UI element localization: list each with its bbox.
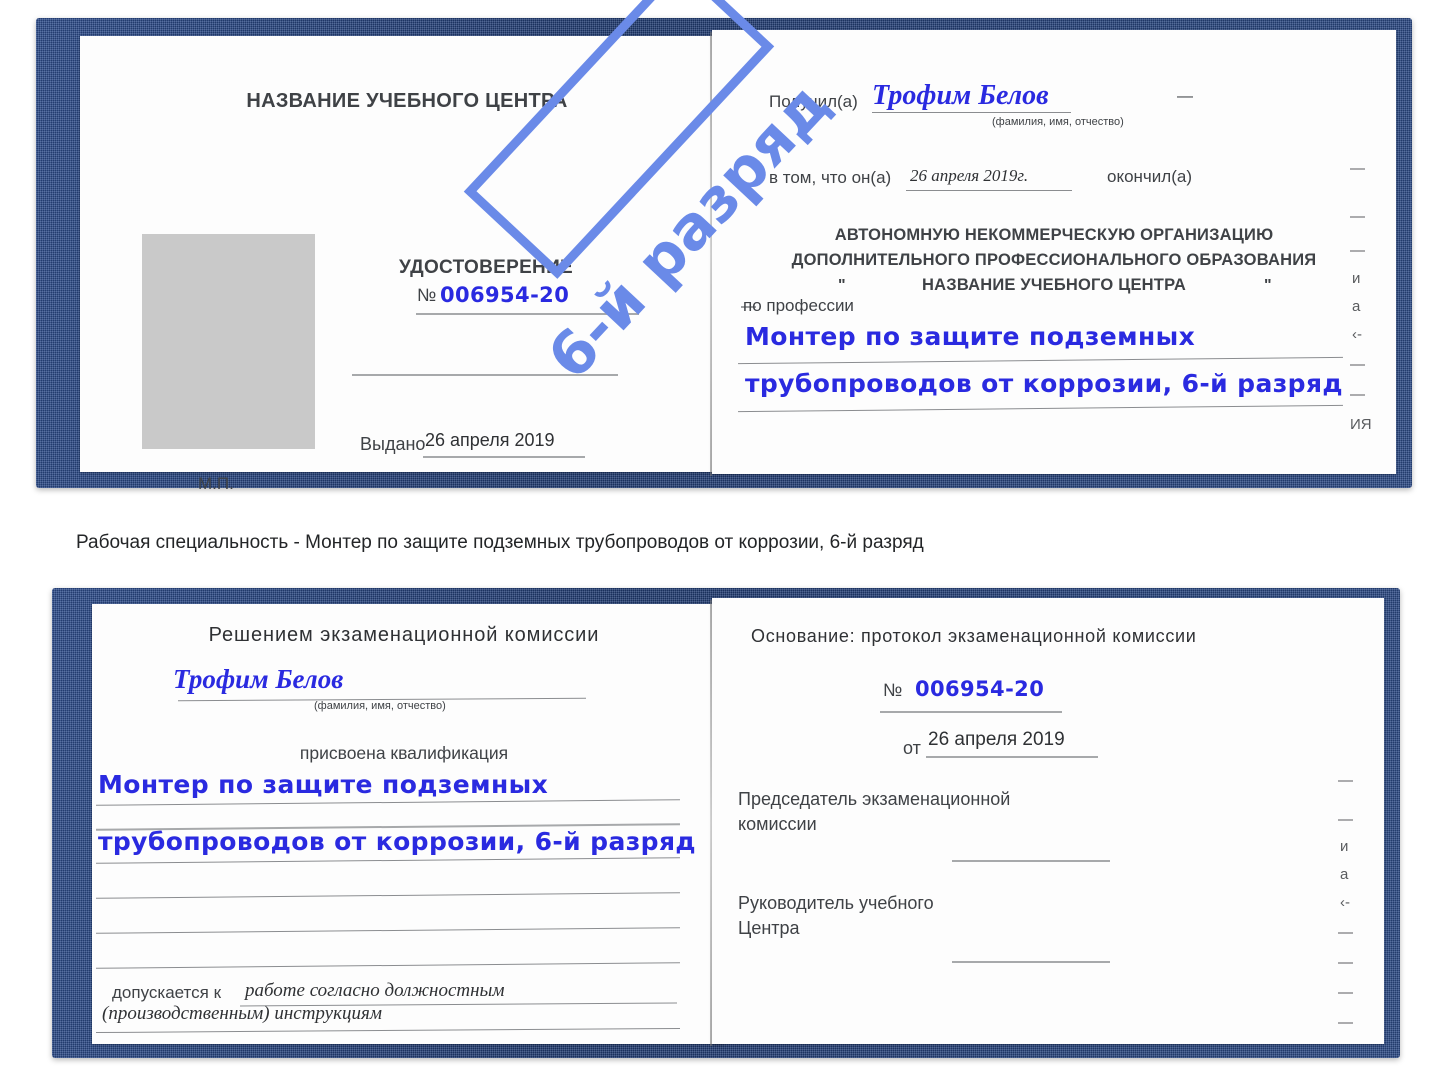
margin-fragment-b3: и [1340,838,1349,855]
seal-label: М.П. [198,474,234,493]
chairman-line-1: Председатель экзаменационной [738,789,1011,809]
organization-line-2: ДОПОЛНИТЕЛЬНОГО ПРОФЕССИОНАЛЬНОГО ОБРАЗО… [791,251,1317,269]
certificate-top-right-page: Получил(а) Трофим Белов (фамилия, имя, о… [712,30,1396,474]
name-hint-bottom: (фамилия, имя, отчество) [314,700,446,712]
margin-fragment-1: — [1350,160,1365,177]
organization-line-3: НАЗВАНИЕ УЧЕБНОГО ЦЕНТРА [922,276,1186,294]
protocol-number-rule [880,711,1062,713]
director-signature-rule [952,961,1110,963]
certificate-number-rule [416,313,639,315]
completed-date: 26 апреля 2019г. [910,166,1029,185]
blank-rule-1 [352,374,618,376]
completed-prefix: в том, что он(а) [769,168,892,187]
training-center-name: НАЗВАНИЕ УЧЕБНОГО ЦЕНТРА [246,90,568,112]
completed-suffix: окончил(а) [1107,167,1192,186]
document-title: УДОСТОВЕРЕНИЕ [398,257,574,278]
ruled-line-4 [96,892,680,899]
margin-fragment-4: и [1352,270,1361,287]
margin-fragment-2: — [1350,208,1365,225]
protocol-number-value: 006954-20 [915,677,1045,701]
ruled-line-5 [96,927,680,934]
certificate-bottom: Решением экзаменационной комиссии Трофим… [52,588,1400,1058]
page-caption: Рабочая специальность - Монтер по защите… [76,532,924,553]
protocol-number-label: № [883,680,903,700]
admitted-value-line-2: (производственным) инструкциям [102,1003,382,1024]
protocol-date-rule [926,756,1098,758]
margin-fragment-b6: — [1338,924,1353,941]
margin-fragment-3: — [1350,242,1365,259]
profession-rule-1 [738,356,1343,365]
admitted-label: допускается к [112,983,222,1002]
chairman-line-2: комиссии [738,814,817,834]
photo-placeholder [142,234,315,449]
profession-label: по профессии [743,296,854,315]
chairman-signature-rule [952,860,1110,862]
margin-fragment-b7: — [1338,954,1353,971]
protocol-date-value: 26 апреля 2019 [928,729,1065,750]
margin-fragment-b5: ‹- [1340,894,1350,911]
director-line-1: Руководитель учебного [738,893,934,913]
margin-fragment-5: а [1352,298,1361,315]
ruled-line-6 [96,962,680,969]
issued-value: 26 апреля 2019 [425,430,555,450]
certificate-bottom-left-page: Решением экзаменационной комиссии Трофим… [92,604,724,1044]
name-hint: (фамилия, имя, отчество) [992,116,1124,128]
margin-fragment-b4: а [1340,866,1349,883]
profession-rule-2 [738,404,1343,413]
certificate-top-left-page: НАЗВАНИЕ УЧЕБНОГО ЦЕНТРА УДОСТОВЕРЕНИЕ №… [80,36,734,493]
basis-label: Основание: протокол экзаменационной коми… [751,626,1197,646]
admitted-rule-2 [96,1027,680,1034]
margin-dash-a: — [1177,88,1193,105]
margin-fragment-b9: — [1338,1014,1353,1031]
margin-fragment-6: ‹- [1352,326,1362,343]
organization-quote-open: " [838,277,846,294]
ruled-line-1 [96,799,680,806]
profession-line-2: трубопроводов от коррозии, 6-й разряд [745,369,1344,398]
profession-line-1: Монтер по защите подземных [745,322,1196,351]
ruled-line-3 [96,857,680,864]
issued-rule [423,456,585,458]
completed-date-rule [906,190,1072,191]
commission-decision-heading: Решением экзаменационной комиссии [208,624,600,646]
certificate-bottom-right-page: Основание: протокол экзаменационной коми… [712,598,1384,1044]
organization-quote-close: " [1264,277,1272,294]
director-line-2: Центра [738,918,800,938]
protocol-date-label: от [903,738,921,758]
received-label: Получил(а) [769,92,858,111]
received-value: Трофим Белов [872,80,1049,111]
margin-fragment-b2: — [1338,811,1353,828]
organization-line-1: АВТОНОМНУЮ НЕКОММЕРЧЕСКУЮ ОРГАНИЗАЦИЮ [834,226,1274,244]
margin-fragment-b1: — [1338,772,1353,789]
qualification-line-2: трубопроводов от коррозии, 6-й разряд [98,827,697,856]
margin-fragment-8: — [1350,386,1365,403]
admitted-value-line-1: работе согласно должностным [245,980,505,1001]
certificate-number-value: 006954-20 [440,283,570,307]
certificate-number-label: № [417,285,437,305]
margin-fragment-7: — [1350,356,1365,373]
certificate-top: НАЗВАНИЕ УЧЕБНОГО ЦЕНТРА УДОСТОВЕРЕНИЕ №… [36,18,1412,493]
qualification-label: присвоена квалификация [299,743,509,763]
issued-label: Выдано [360,434,426,454]
recipient-name: Трофим Белов [173,664,344,694]
received-rule [872,112,1071,113]
qualification-line-1: Монтер по защите подземных [98,770,549,799]
margin-fragment-b8: — [1338,984,1353,1001]
margin-fragment-9: ИЯ [1350,416,1372,433]
